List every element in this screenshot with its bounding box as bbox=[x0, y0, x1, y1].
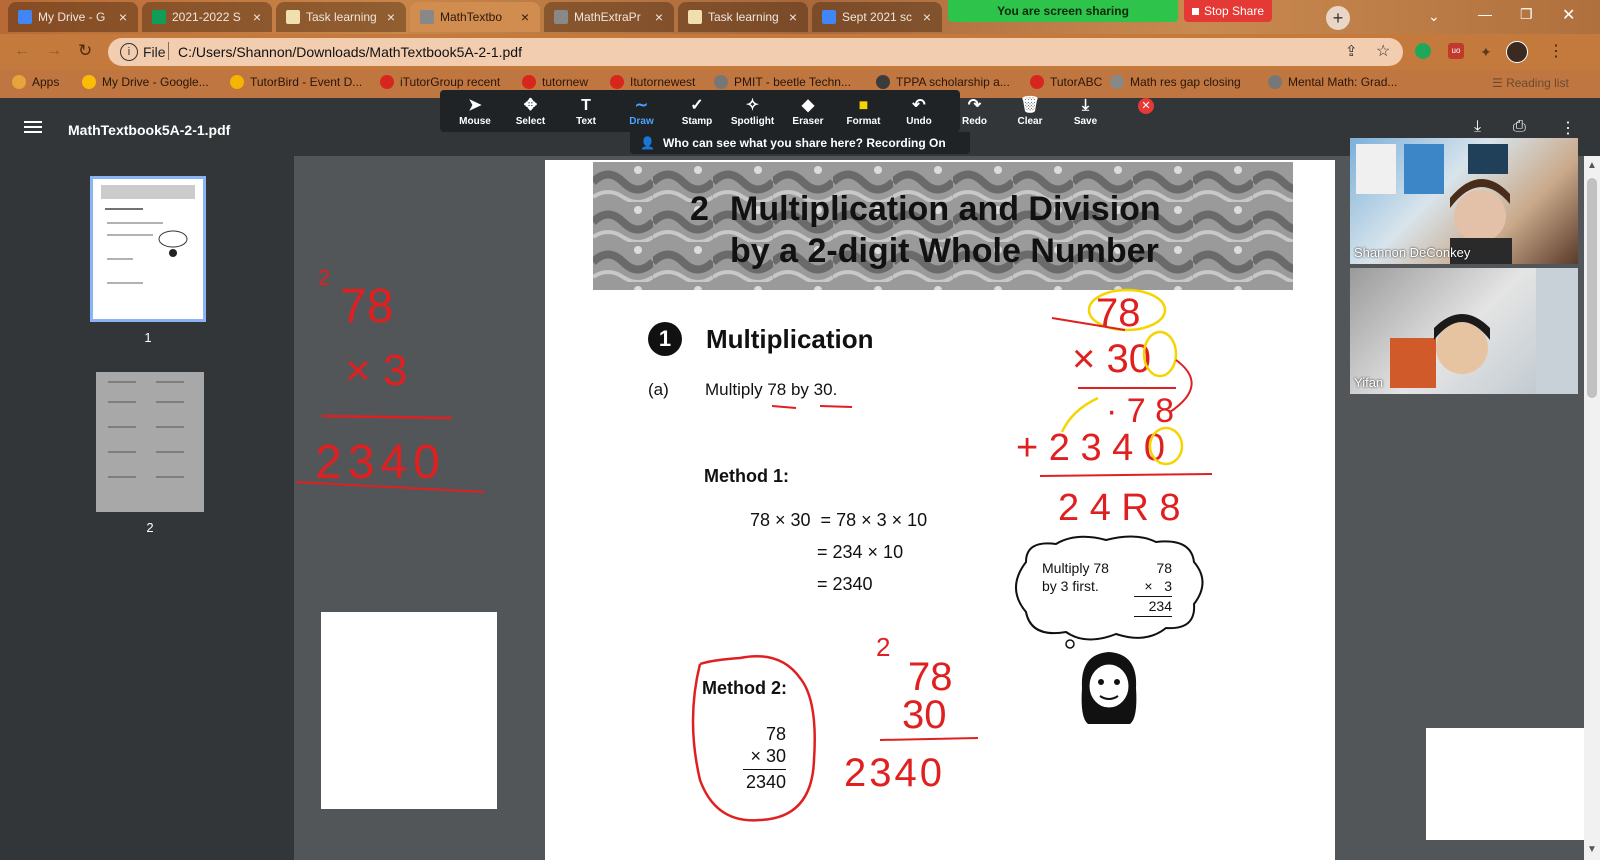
zoom-tool-format-button[interactable]: ■ Format bbox=[839, 96, 889, 127]
zoom-tool-label: Text bbox=[576, 116, 596, 127]
zoom-tool-label: Save bbox=[1073, 116, 1098, 127]
share-note-text: Who can see what you share here? Recordi… bbox=[662, 136, 946, 150]
right-result: 2 4 R 8 bbox=[1058, 487, 1181, 529]
mid-multiplier: 30 bbox=[902, 693, 947, 737]
zoom-tool-eraser-button[interactable]: ◆ Eraser bbox=[783, 96, 833, 127]
zoom-tool-label: Stamp bbox=[681, 116, 713, 127]
zoom-tool-text-button[interactable]: T Text bbox=[561, 96, 611, 127]
right-multiplier: × 30 bbox=[1072, 337, 1151, 381]
mid-carry: 2 bbox=[876, 632, 890, 662]
zoom-tool-save-button[interactable]: ⤓ Save bbox=[1061, 96, 1111, 127]
left-carry: 2 bbox=[318, 265, 330, 290]
zoom-tool-label: Select bbox=[515, 116, 546, 127]
share-visibility-notice[interactable]: 👤 Who can see what you share here? Recor… bbox=[630, 132, 970, 154]
undo-icon: ↶ bbox=[912, 97, 926, 114]
zoom-tool-label: Format bbox=[846, 116, 881, 127]
mid-rule bbox=[879, 737, 979, 741]
eraser-icon: ◆ bbox=[801, 97, 815, 114]
zoom-tool-clear-button[interactable]: 🗑 Clear bbox=[1005, 96, 1055, 127]
right-annotation: 78 × 30 · 7 8 + 2 3 4 0 2 4 R 8 bbox=[1016, 288, 1213, 529]
left-multiplier: × 3 bbox=[345, 346, 407, 395]
scroll-down-icon[interactable]: ▼ bbox=[1587, 844, 1597, 855]
zoom-tool-draw-button[interactable]: ∼ Draw bbox=[617, 96, 667, 127]
right-rule-2 bbox=[1039, 473, 1213, 477]
select-move-icon: ✥ bbox=[523, 97, 538, 114]
participant-name-yifan: Yifan bbox=[1354, 375, 1384, 390]
left-top-number: 78 bbox=[340, 280, 393, 333]
mid-result: 2340 bbox=[844, 751, 945, 795]
yifan-video-frame bbox=[1390, 268, 1578, 394]
zoom-tool-label: Clear bbox=[1017, 116, 1043, 127]
right-partial: · 7 8 bbox=[1106, 392, 1174, 430]
zoom-tool-label: Undo bbox=[906, 116, 932, 127]
close-annotation-icon[interactable]: ✕ bbox=[1138, 98, 1154, 114]
stamp-icon: ✓ bbox=[690, 97, 704, 114]
mouse-pointer-icon: ➤ bbox=[468, 97, 482, 114]
zoom-tool-redo-button[interactable]: ↷ Redo bbox=[950, 96, 1000, 127]
scrollbar-thumb[interactable] bbox=[1587, 178, 1597, 398]
redo-icon: ↷ bbox=[967, 97, 982, 114]
person-icon: 👤 bbox=[640, 136, 655, 150]
zoom-tool-select-button[interactable]: ✥ Select bbox=[506, 96, 556, 127]
zoom-tool-label: Eraser bbox=[792, 116, 824, 127]
zoom-tool-label: Spotlight bbox=[730, 116, 775, 127]
left-annotation: 2 78 × 3 2340 bbox=[295, 265, 485, 493]
zoom-tool-mouse-button[interactable]: ➤ Mouse bbox=[450, 96, 500, 127]
left-result: 2340 bbox=[315, 436, 446, 489]
middle-annotation: 2 78 30 2340 bbox=[844, 632, 979, 795]
underline-30 bbox=[819, 405, 853, 408]
underline-78 bbox=[771, 405, 797, 409]
blank-panel-right bbox=[1426, 728, 1600, 840]
method2-circle bbox=[691, 654, 816, 822]
video-tile-shannon[interactable]: Shannon DeConkey bbox=[1350, 138, 1578, 264]
spotlight-icon: ✧ bbox=[745, 97, 760, 114]
scroll-up-icon[interactable]: ▲ bbox=[1587, 160, 1597, 171]
zoom-tool-label: Mouse bbox=[459, 116, 491, 127]
zoom-tool-label: Draw bbox=[629, 116, 654, 127]
format-icon: ■ bbox=[858, 97, 869, 114]
save-icon: ⤓ bbox=[1081, 97, 1090, 114]
text-icon: T bbox=[581, 97, 591, 114]
left-rule bbox=[321, 414, 453, 420]
zoom-tool-stamp-button[interactable]: ✓ Stamp bbox=[672, 96, 722, 127]
clear-trash-icon: 🗑 bbox=[1019, 97, 1041, 114]
right-partial-2: + 2 3 4 0 bbox=[1016, 427, 1165, 469]
video-tile-yifan[interactable]: Yifan bbox=[1350, 268, 1578, 394]
zoom-tool-spotlight-button[interactable]: ✧ Spotlight bbox=[728, 96, 778, 127]
participant-name-shannon: Shannon DeConkey bbox=[1354, 245, 1471, 260]
zoom-tool-label: Redo bbox=[962, 116, 987, 127]
zoom-tool-undo-button[interactable]: ↶ Undo bbox=[894, 96, 944, 127]
draw-icon: ∼ bbox=[634, 97, 649, 114]
